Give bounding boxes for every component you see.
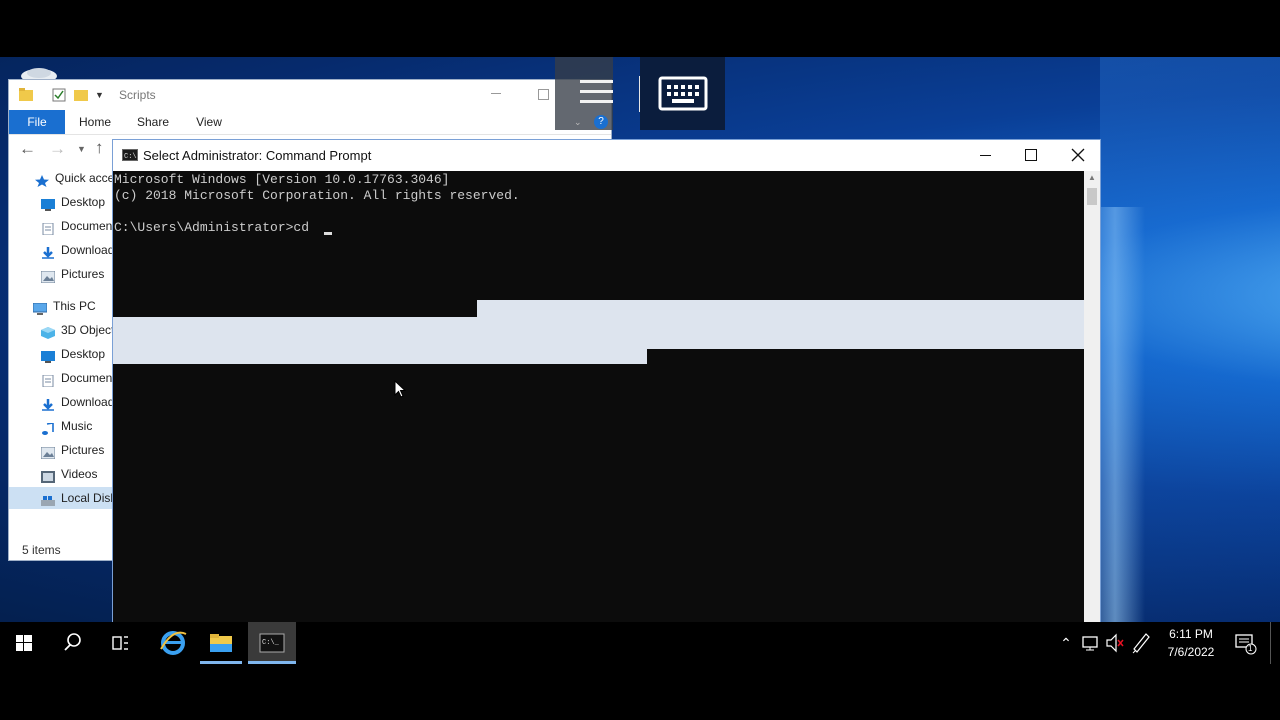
videos-icon [41, 468, 55, 483]
recent-chevron-icon[interactable]: ▼ [77, 144, 86, 154]
computer-icon [33, 300, 48, 315]
download-icon [41, 396, 55, 411]
chevron-down-icon[interactable]: ▼ [95, 90, 104, 100]
star-icon [35, 172, 49, 187]
cmd-taskbar-button[interactable]: C:\_ [248, 622, 296, 664]
download-icon [41, 244, 55, 259]
selection-highlight [113, 349, 647, 364]
show-desktop-button[interactable] [1270, 622, 1275, 664]
nav-item-downloads-pc[interactable]: Downloads [41, 391, 120, 413]
scroll-thumb[interactable] [1087, 188, 1097, 205]
nav-item-music[interactable]: Music [41, 415, 92, 437]
network-icon[interactable] [1080, 622, 1102, 664]
navigation-pane: Quick access Desktop Documents Downloads… [9, 167, 126, 537]
keyboard-icon [658, 76, 708, 111]
console-output[interactable]: Microsoft Windows [Version 10.0.17763.30… [113, 171, 1084, 623]
text-cursor [324, 232, 332, 235]
console-prompt-line: C:\Users\Administrator>cd [114, 220, 317, 235]
forward-arrow-icon[interactable]: → [49, 139, 66, 159]
nav-item-local-disk[interactable]: Local Disk [9, 487, 119, 509]
new-folder-icon[interactable] [74, 88, 88, 102]
mouse-pointer-icon [394, 380, 407, 398]
tab-file[interactable]: File [9, 110, 65, 134]
console-line: (c) 2018 Microsoft Corporation. All righ… [114, 188, 520, 203]
close-icon[interactable] [1068, 145, 1088, 165]
selection-highlight [113, 317, 1084, 349]
on-screen-keyboard-button[interactable] [640, 57, 725, 130]
properties-icon[interactable] [52, 88, 66, 102]
cube-icon [41, 324, 55, 339]
volume-muted-icon[interactable] [1104, 622, 1126, 664]
tab-share[interactable]: Share [129, 110, 177, 134]
console-line: Microsoft Windows [Version 10.0.17763.30… [114, 172, 450, 187]
cmd-scrollbar[interactable]: ▲ [1084, 171, 1100, 623]
scroll-up-icon[interactable]: ▲ [1088, 173, 1096, 182]
folder-icon [19, 88, 33, 102]
nav-item-this-pc[interactable]: This PC [33, 295, 96, 317]
nav-item-3d-objects[interactable]: 3D Objects [41, 319, 120, 341]
minimize-icon[interactable] [980, 155, 991, 156]
back-arrow-icon[interactable]: ← [19, 139, 36, 159]
file-explorer-taskbar-button[interactable] [198, 622, 244, 664]
folder-icon [210, 634, 232, 652]
up-arrow-icon[interactable]: ↑ [95, 138, 104, 158]
svg-text:C:\_: C:\_ [262, 639, 280, 647]
show-hidden-icons-button[interactable]: ⌃ [1054, 622, 1078, 664]
maximize-icon[interactable] [1025, 149, 1037, 161]
command-prompt-icon: C:\_ [259, 633, 285, 653]
selection-highlight [477, 300, 1084, 317]
explorer-title: Scripts [119, 88, 156, 102]
notification-icon [1235, 634, 1257, 655]
taskbar: C:\_ ⌃ 6:11 PM 7/6/2022 1 [0, 622, 1280, 664]
start-button[interactable] [0, 622, 48, 664]
minimize-icon[interactable] [491, 93, 501, 94]
clock-time: 6:11 PM [1169, 627, 1213, 641]
desktop-icon [41, 348, 55, 363]
pictures-icon [41, 268, 56, 284]
system-clock[interactable]: 6:11 PM 7/6/2022 [1160, 622, 1222, 664]
pictures-icon [41, 444, 56, 460]
explorer-title-bar[interactable]: ▼ Scripts [9, 80, 611, 110]
nav-item-desktop[interactable]: Desktop [41, 191, 105, 213]
nav-item-pictures-pc[interactable]: Pictures [41, 439, 104, 461]
nav-item-desktop-pc[interactable]: Desktop [41, 343, 105, 365]
windows-logo-icon [16, 635, 32, 651]
document-icon [41, 372, 55, 388]
disk-icon [41, 492, 55, 506]
svg-text:C:\: C:\ [124, 153, 137, 160]
desktop-icon [41, 196, 55, 211]
nav-item-downloads[interactable]: Downloads [41, 239, 120, 261]
search-icon [64, 633, 81, 651]
music-icon [41, 420, 55, 435]
maximize-icon[interactable] [538, 89, 549, 100]
cmd-app-icon: C:\ [122, 149, 138, 161]
document-icon [41, 220, 55, 236]
nav-item-documents-pc[interactable]: Documents [41, 367, 122, 389]
internet-explorer-button[interactable] [148, 622, 198, 664]
tab-home[interactable]: Home [71, 110, 119, 134]
remote-menu-button[interactable]: ⌄ ? [555, 57, 613, 130]
task-view-button[interactable] [96, 622, 144, 664]
cmd-title-bar[interactable]: C:\ Select Administrator: Command Prompt [113, 140, 1100, 171]
help-icon[interactable]: ? [594, 115, 608, 129]
command-prompt-window[interactable]: C:\ Select Administrator: Command Prompt… [112, 139, 1101, 624]
cmd-window-title: Select Administrator: Command Prompt [143, 148, 372, 163]
task-view-icon [112, 636, 128, 650]
collapse-chevron-icon[interactable]: ⌄ [574, 117, 582, 128]
nav-item-pictures[interactable]: Pictures [41, 263, 104, 285]
action-center-button[interactable]: 1 [1226, 622, 1266, 664]
pen-workspace-icon[interactable] [1130, 622, 1154, 664]
clock-date: 7/6/2022 [1167, 645, 1215, 659]
internet-explorer-icon [160, 631, 187, 655]
search-button[interactable] [48, 622, 96, 664]
notification-count-badge: 1 [1248, 644, 1253, 653]
active-indicator [248, 661, 296, 664]
nav-item-documents[interactable]: Documents [41, 215, 122, 237]
nav-item-videos[interactable]: Videos [41, 463, 97, 485]
active-indicator [200, 661, 242, 664]
ribbon: File Home Share View [9, 110, 611, 135]
chevron-up-icon: ⌃ [1060, 635, 1072, 651]
tab-view[interactable]: View [185, 110, 233, 134]
